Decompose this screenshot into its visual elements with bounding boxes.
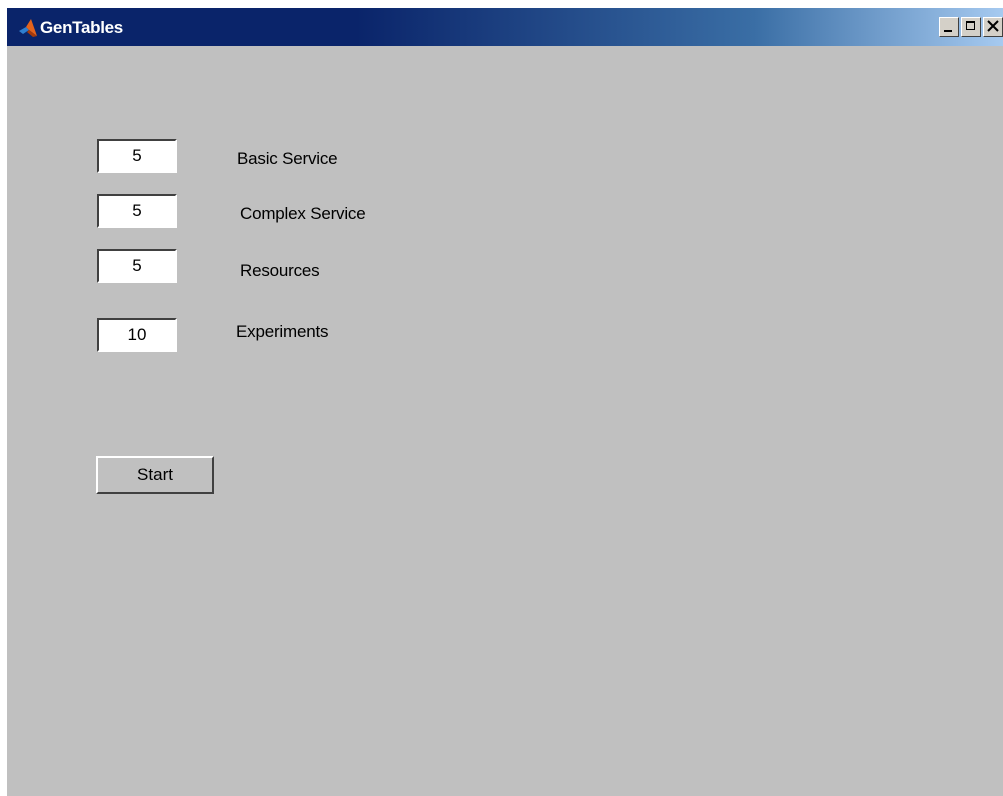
- minimize-icon: [944, 30, 952, 32]
- close-icon: [987, 19, 999, 38]
- window-title: GenTables: [40, 18, 123, 37]
- complex-service-label: Complex Service: [240, 204, 366, 223]
- app-window: GenTables Basic Service Complex Service …: [0, 0, 1003, 796]
- experiments-label: Experiments: [236, 322, 329, 341]
- complex-service-field[interactable]: [97, 194, 177, 228]
- maximize-button[interactable]: [961, 17, 981, 37]
- resources-label: Resources: [240, 261, 320, 280]
- title-bar[interactable]: GenTables: [7, 8, 1003, 46]
- minimize-button[interactable]: [939, 17, 959, 37]
- start-button[interactable]: Start: [96, 456, 214, 494]
- figure-area: Basic Service Complex Service Resources …: [7, 46, 1003, 796]
- basic-service-label: Basic Service: [237, 149, 338, 168]
- experiments-field[interactable]: [97, 318, 177, 352]
- basic-service-field[interactable]: [97, 139, 177, 173]
- window-frame: [0, 0, 7, 796]
- window-controls: [937, 17, 1003, 37]
- close-button[interactable]: [983, 17, 1003, 37]
- resources-field[interactable]: [97, 249, 177, 283]
- maximize-icon: [966, 21, 975, 30]
- matlab-icon[interactable]: [17, 17, 39, 39]
